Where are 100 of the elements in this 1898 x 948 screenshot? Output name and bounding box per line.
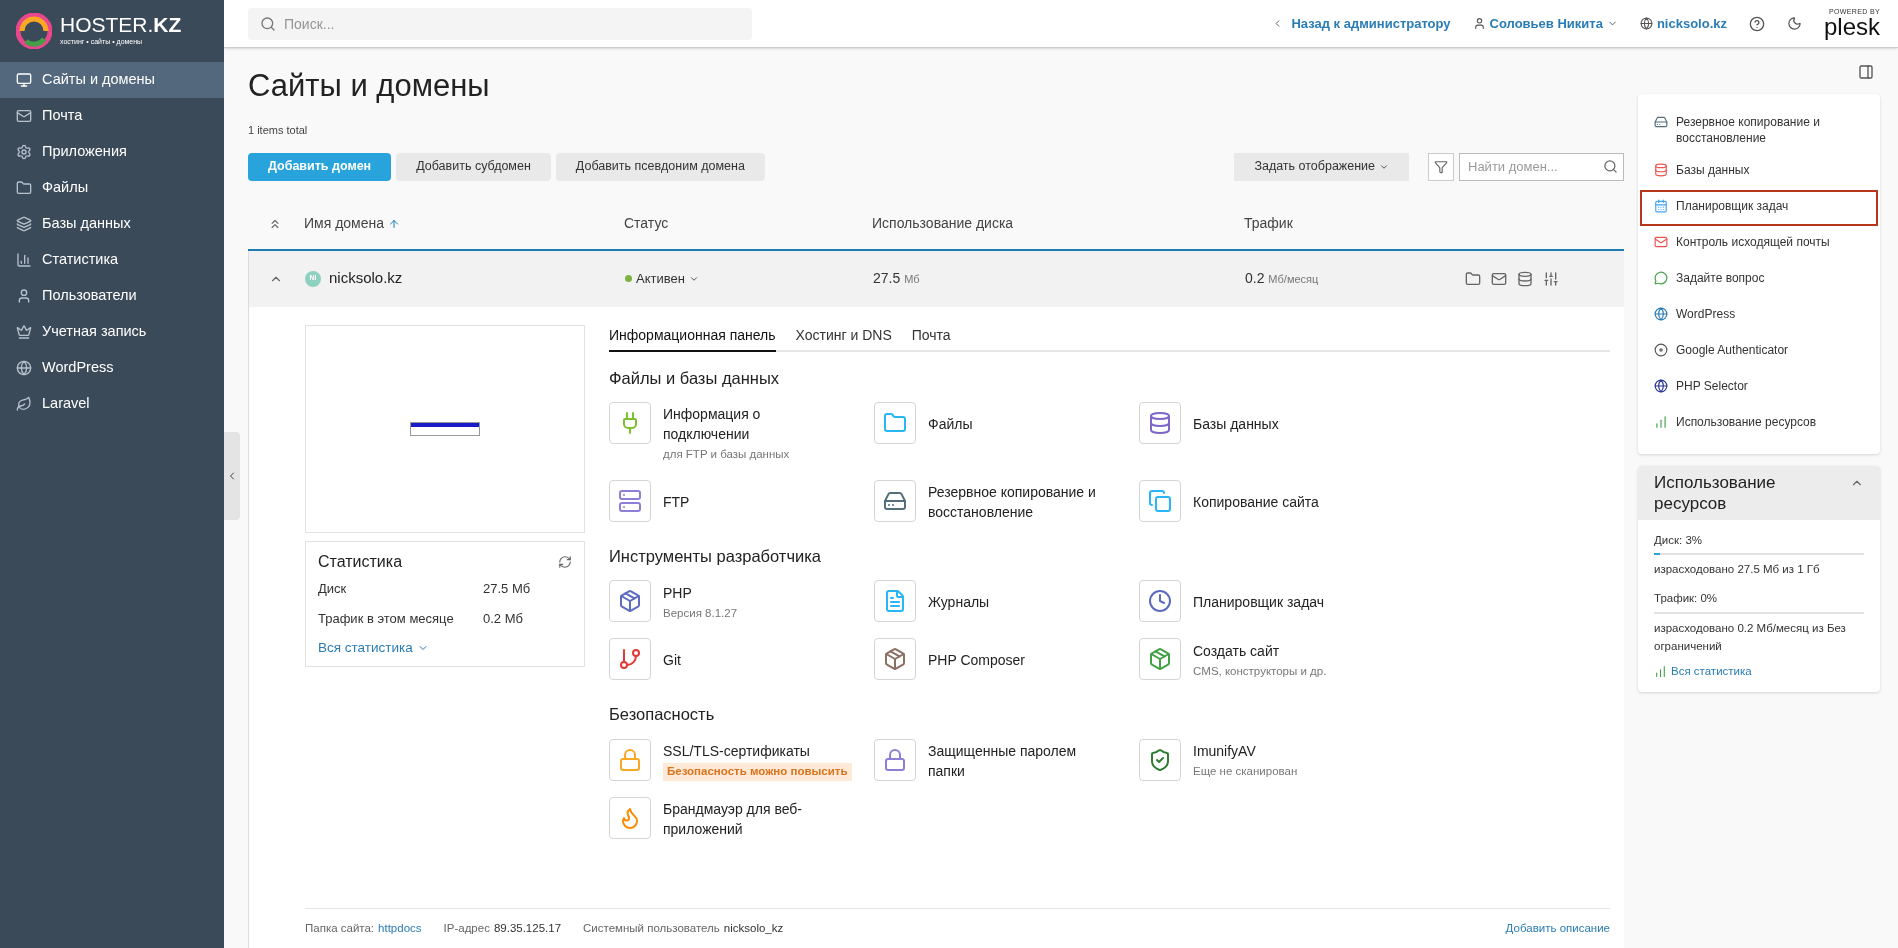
stat-value: 27.5 Мб [483, 579, 531, 598]
tool-link[interactable]: Резервное копирование и восстановление [928, 481, 1098, 522]
domain-link[interactable]: nicksolo.kz [1639, 13, 1727, 34]
search-icon [260, 15, 276, 32]
layers-icon [16, 216, 32, 232]
person-icon [16, 288, 32, 304]
envelope-icon[interactable] [1491, 270, 1507, 287]
sidebar-item[interactable]: Базы данных [0, 206, 224, 242]
tool-subtitle: Версия 8.1.27 [663, 605, 739, 621]
box-icon[interactable] [1139, 638, 1181, 681]
quick-link[interactable]: PHP Selector [1640, 370, 1878, 406]
sidebar-item[interactable]: Почта [0, 98, 224, 134]
add-description-link[interactable]: Добавить описание [1505, 919, 1610, 938]
footer-link[interactable]: httpdocs [378, 919, 422, 938]
shield-icon[interactable] [1139, 739, 1181, 781]
gear-icon [16, 144, 32, 160]
bar-chart-icon [1654, 415, 1668, 429]
filter-icon [1434, 159, 1448, 174]
domain-name[interactable]: nicksolo.kz [329, 267, 403, 290]
folder-icon[interactable] [1465, 270, 1481, 287]
view-dropdown[interactable]: Задать отображение [1234, 152, 1409, 181]
warning-badge: Безопасность можно повысить [663, 763, 852, 781]
tool-link[interactable]: Git [663, 650, 833, 671]
tool-link[interactable]: ImunifyAV [1193, 741, 1363, 762]
quick-link[interactable]: Базы данных [1640, 154, 1878, 190]
quick-link[interactable]: Google Authenticator [1640, 334, 1878, 370]
tool-subtitle: для FTP и базы данных [663, 447, 791, 463]
globe-icon [1654, 379, 1668, 393]
quick-link[interactable]: Резервное копирование и восстановление [1640, 106, 1878, 154]
collapse-handle[interactable] [224, 432, 240, 520]
all-stats-link[interactable]: Вся статистика [1654, 662, 1864, 680]
tool-link[interactable]: Брандмауэр для веб-приложений [663, 799, 833, 839]
bar-chart-icon [16, 252, 32, 268]
search-field[interactable]: Поиск... [248, 7, 752, 40]
hard-drive-icon[interactable] [874, 479, 916, 522]
tool-link[interactable]: PHP [663, 582, 833, 603]
stat-label: Диск [318, 579, 348, 598]
page-title: Сайты и домены [248, 67, 491, 105]
site-thumbnail-drawing [410, 421, 480, 436]
sidebar-item[interactable]: Пользователи [0, 278, 224, 314]
sidebar-item[interactable]: Приложения [0, 134, 224, 170]
column-header[interactable]: Имя домена [304, 213, 624, 234]
panel-toggle-icon[interactable] [1858, 64, 1874, 80]
filter-button[interactable] [1428, 152, 1454, 181]
envelope-icon [16, 108, 32, 124]
refresh-icon[interactable] [558, 554, 572, 569]
tool-link[interactable]: Информация о подключении [663, 404, 833, 445]
monitor-icon [16, 72, 32, 88]
all-stats-link[interactable]: Вся статистика [318, 637, 572, 658]
footer-value: 89.35.125.17 [493, 920, 562, 936]
quick-link[interactable]: Контроль исходящей почты [1640, 226, 1878, 262]
column-header[interactable]: Статус [624, 213, 872, 234]
sidebar-item[interactable]: Статистика [0, 242, 224, 278]
tool-link[interactable]: Защищенные паролем папки [928, 741, 1098, 781]
section-title: Инструменты разработчика [609, 545, 822, 567]
box-icon[interactable] [874, 638, 916, 681]
user-menu[interactable]: Соловьев Никита [1472, 13, 1618, 34]
quick-link[interactable]: WordPress [1640, 298, 1878, 334]
database-icon[interactable] [1517, 270, 1533, 287]
traffic-usage: 0.2 Мб/месяц [1245, 269, 1320, 288]
tab[interactable]: Информационная панель [609, 324, 776, 352]
toolbar-button[interactable]: Добавить псевдоним домена [555, 152, 765, 181]
leaf-icon [16, 396, 32, 412]
quick-link[interactable]: Планировщик задач [1640, 190, 1878, 226]
sidebar-item[interactable]: Учетная запись [0, 314, 224, 350]
tool-link[interactable]: Базы данных [1193, 414, 1363, 435]
moon-icon[interactable] [1786, 16, 1802, 31]
quick-link[interactable]: Использование ресурсов [1640, 406, 1878, 442]
tool-link[interactable]: Создать сайт [1193, 640, 1363, 661]
status-dropdown[interactable]: Активен [636, 268, 699, 289]
back-link[interactable]: Назад к администратору [1272, 13, 1451, 34]
toolbar-button[interactable]: Добавить субдомен [396, 152, 551, 181]
column-header[interactable]: Трафик [1244, 213, 1444, 234]
stats-title: Статистика [318, 551, 403, 572]
sidebar-item[interactable]: Сайты и домены [0, 62, 224, 98]
tool-link[interactable]: FTP [663, 491, 833, 512]
chat-icon [1654, 271, 1668, 285]
sliders-icon[interactable] [1543, 270, 1559, 287]
flame-icon[interactable] [609, 797, 651, 839]
sidebar-item[interactable]: Файлы [0, 170, 224, 206]
search-icon[interactable] [1603, 158, 1618, 174]
quick-link[interactable]: Задайте вопрос [1640, 262, 1878, 298]
sidebar-item[interactable]: Laravel [0, 386, 224, 422]
domain-search-field[interactable]: Найти домен... [1459, 152, 1624, 181]
tool-link[interactable]: Копирование сайта [1193, 491, 1363, 512]
git-icon[interactable] [609, 638, 651, 681]
tool-link[interactable]: Планировщик задач [1193, 592, 1363, 613]
tab[interactable]: Хостинг и DNS [795, 324, 892, 352]
envelope-icon [1654, 235, 1668, 249]
tool-link[interactable]: Файлы [928, 414, 1098, 435]
clock-icon[interactable] [1139, 580, 1181, 623]
folder-icon [16, 180, 32, 196]
sidebar-item[interactable]: WordPress [0, 350, 224, 386]
tool-link[interactable]: PHP Composer [928, 650, 1098, 671]
tool-link[interactable]: Журналы [928, 592, 1098, 613]
tab[interactable]: Почта [911, 324, 951, 352]
column-header[interactable]: Использование диска [872, 213, 1244, 234]
tool-link[interactable]: SSL/TLS-сертификаты [663, 741, 833, 762]
database-icon[interactable] [1139, 402, 1181, 445]
help-icon[interactable] [1748, 15, 1765, 32]
